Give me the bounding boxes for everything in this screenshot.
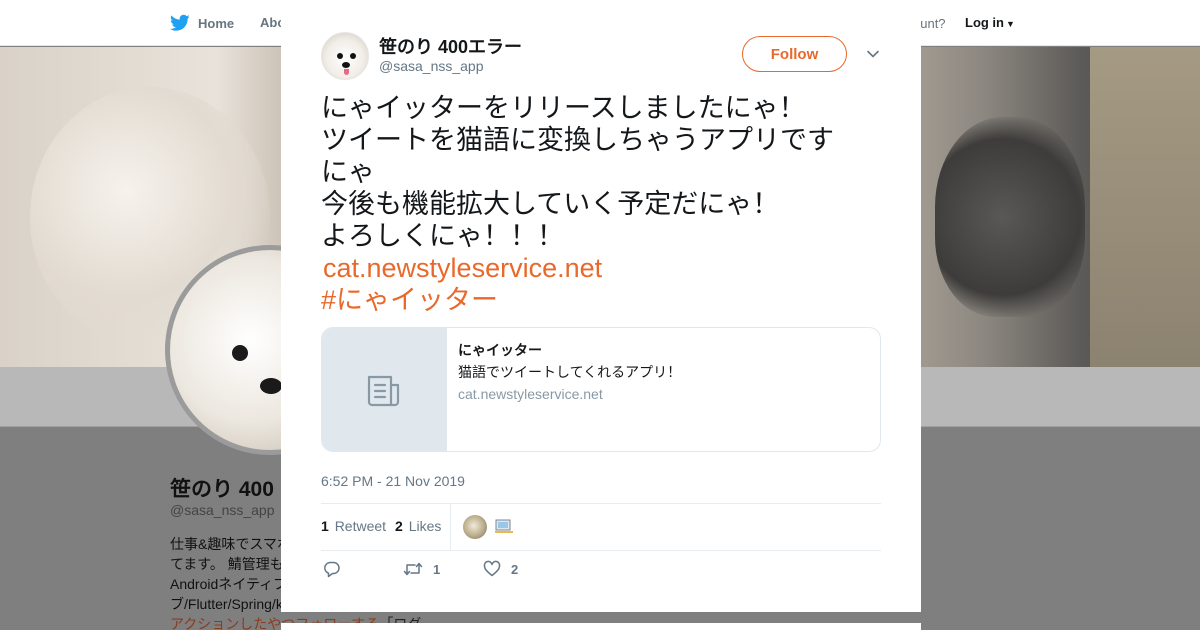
nav-home-link[interactable]: Home	[170, 14, 234, 32]
card-title: にゃイッター	[458, 342, 542, 358]
tweet-line: 今後も機能拡大していく予定だにゃ！	[321, 189, 780, 219]
tweet-modal: 笹のり 400エラー @sasa_nss_app Follow にゃイッターをリ…	[281, 0, 921, 612]
retweet-count: 1	[433, 561, 441, 577]
chevron-down-icon[interactable]	[865, 46, 881, 62]
avatar-eye	[232, 345, 248, 361]
tweet-stats: 1 Retweet 2 Likes	[321, 504, 881, 550]
tweet-timestamp[interactable]: 6:52 PM - 21 Nov 2019	[321, 473, 465, 489]
author-name[interactable]: 笹のり 400エラー	[379, 33, 522, 59]
avatar-nose	[260, 378, 282, 394]
profile-handle: @sasa_nss_app	[170, 502, 275, 518]
avatar-nose	[342, 62, 350, 68]
login-label: Log in	[965, 15, 1004, 30]
link-preview-card[interactable]: にゃイッター 猫語でツイートしてくれるアプリ！ cat.newstyleserv…	[321, 327, 881, 452]
avatar-tongue	[344, 69, 349, 75]
retweet-button[interactable]: 1	[403, 560, 440, 578]
bio-line: Androidネイティブ	[170, 576, 282, 592]
twitter-bird-icon	[170, 14, 190, 31]
tweet-line: にゃ	[321, 157, 375, 187]
profile-name: 笹のり 400	[170, 478, 274, 501]
profile-bio: 仕事&趣味でスマホ てます。 鯖管理も Androidネイティブ ブ/Flutt…	[170, 534, 282, 614]
computer-icon	[495, 519, 513, 533]
tweet-actions: 1 2	[321, 560, 881, 584]
reply-button[interactable]	[323, 560, 341, 578]
close-icon[interactable]	[1154, 12, 1180, 38]
chevron-down-icon: ▼	[1006, 19, 1015, 29]
likes-stat-count: 2	[395, 518, 403, 534]
retweet-stat[interactable]: 1 Retweet	[321, 518, 386, 534]
document-icon	[367, 375, 400, 406]
retweet-stat-count: 1	[321, 518, 329, 534]
likes-stat-label: Likes	[408, 518, 442, 534]
login-link[interactable]: Log in ▼	[965, 15, 1015, 30]
card-description: 猫語でツイートしてくれるアプリ！	[458, 364, 682, 380]
next-modal-edge	[281, 623, 921, 630]
author-handle[interactable]: @sasa_nss_app	[379, 58, 484, 74]
nav-home-label: Home	[198, 15, 235, 31]
reply-icon	[324, 561, 340, 578]
card-thumbnail	[322, 328, 447, 451]
likes-stat[interactable]: 2 Likes	[395, 518, 441, 534]
bio-line: てます。 鯖管理も	[170, 556, 282, 572]
author-avatar[interactable]	[321, 32, 369, 80]
tweet-line: にゃイッターをリリースしましたにゃ！	[321, 93, 806, 123]
banner-cat	[935, 117, 1085, 317]
divider	[450, 504, 451, 550]
like-button[interactable]: 2	[483, 560, 518, 578]
avatar-eye	[350, 53, 356, 59]
tweet-text: にゃイッターをリリースしましたにゃ！ ツイートを猫語に変換しちゃうアプリです に…	[321, 92, 881, 316]
card-domain: cat.newstyleservice.net	[458, 386, 603, 402]
like-count: 2	[511, 561, 519, 577]
retweet-icon	[403, 562, 423, 576]
avatar-eye	[337, 53, 343, 59]
heart-icon	[483, 560, 501, 577]
liker-avatar[interactable]	[492, 515, 516, 539]
bio-line: 仕事&趣味でスマホ	[170, 536, 282, 552]
tweet-url-link[interactable]: cat.newstyleservice.net	[321, 252, 881, 284]
bio-line: ブ/Flutter/Spring/k	[170, 596, 282, 612]
banner-cushion	[1090, 47, 1200, 367]
divider	[321, 550, 881, 551]
tweet-hashtag-link[interactable]: #にゃイッター	[321, 284, 881, 316]
tweet-line: よろしくにゃ！！！	[321, 221, 564, 251]
tweet-line: ツイートを猫語に変換しちゃうアプリです	[321, 125, 834, 155]
follow-button[interactable]: Follow	[742, 36, 847, 72]
retweet-stat-label: Retweet	[334, 518, 387, 534]
liker-avatar[interactable]	[463, 515, 487, 539]
